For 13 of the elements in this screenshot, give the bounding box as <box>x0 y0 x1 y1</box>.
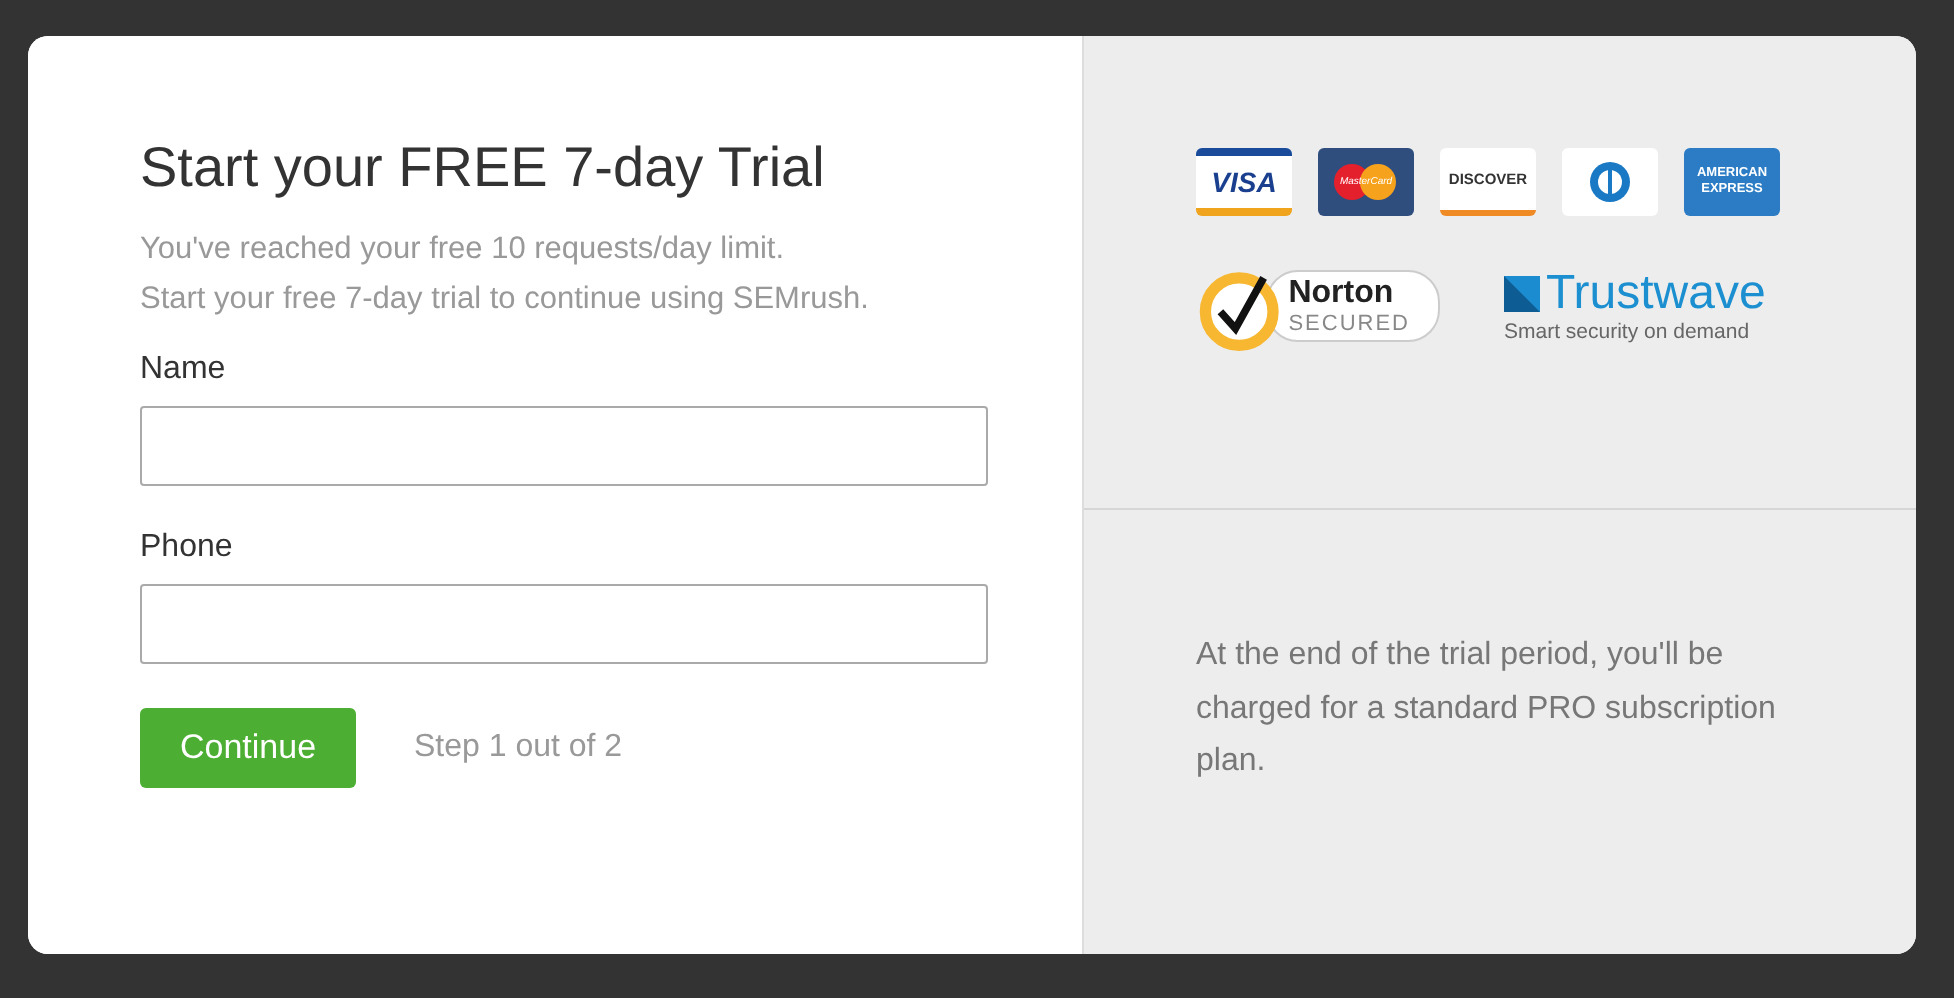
input-field[interactable] <box>140 406 988 486</box>
input-field[interactable] <box>140 584 988 664</box>
trial-note: At the end of the trial period, you'll be charged for a standard PRO subscription plan. <box>1196 636 1778 782</box>
subtitle-text: Start your free 7-day trial to continue using SEMrush. <box>140 280 871 320</box>
dialog-title: Start your FREE 7-day Trial <box>140 136 827 200</box>
diners-club-logo <box>1562 148 1658 216</box>
continue-button[interactable]: Continue <box>140 708 356 788</box>
field-label: Name <box>140 352 228 388</box>
visa-card-logo: VISA <box>1196 148 1292 216</box>
field-label: Phone <box>140 530 235 566</box>
subtitle-text: You've reached your free 10 requests/day limit. <box>140 230 787 270</box>
step-text: Step 1 out of 2 <box>414 730 623 766</box>
trustwave-logo: Trustwave Smart security on demand <box>1504 268 1766 344</box>
